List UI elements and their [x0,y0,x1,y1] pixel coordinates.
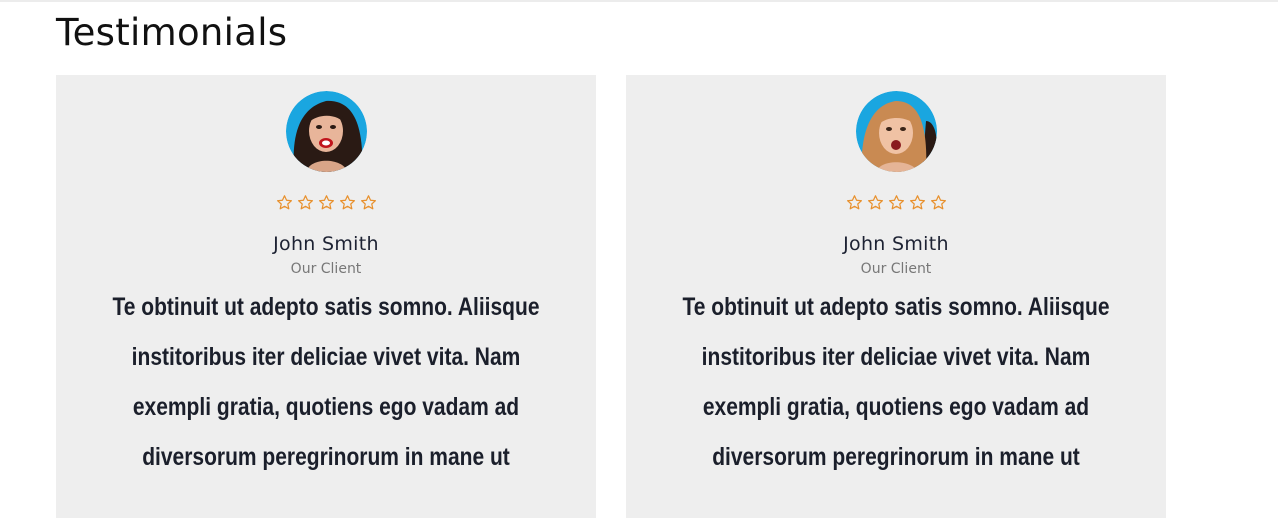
client-role: Our Client [860,261,932,277]
star-outline-icon [339,194,356,212]
star-outline-icon [846,194,863,212]
star-outline-icon [297,194,314,212]
client-role: Our Client [290,261,362,277]
star-outline-icon [360,194,377,212]
star-outline-icon [276,194,293,212]
client-avatar [285,91,367,172]
top-divider [0,0,1278,2]
testimonial-quote: Te obtinuit ut adepto satis somno. Aliis… [112,293,540,471]
section-title: Testimonials [56,11,288,54]
client-avatar [855,91,937,172]
star-outline-icon [909,194,926,212]
testimonial-card: John Smith Our Client Te obtinuit ut ade… [56,75,596,518]
testimonial-card: John Smith Our Client Te obtinuit ut ade… [626,75,1166,518]
quote-container: Te obtinuit ut adepto satis somno. Aliis… [56,278,596,482]
star-outline-icon [930,194,947,212]
testimonials-list: John Smith Our Client Te obtinuit ut ade… [56,75,1166,518]
rating-stars [846,194,947,212]
rating-stars [276,194,377,212]
quote-container: Te obtinuit ut adepto satis somno. Aliis… [626,278,1166,482]
star-outline-icon [867,194,884,212]
client-name: John Smith [273,233,379,255]
star-outline-icon [888,194,905,212]
testimonial-quote: Te obtinuit ut adepto satis somno. Aliis… [682,293,1110,471]
star-outline-icon [318,194,335,212]
client-name: John Smith [843,233,949,255]
